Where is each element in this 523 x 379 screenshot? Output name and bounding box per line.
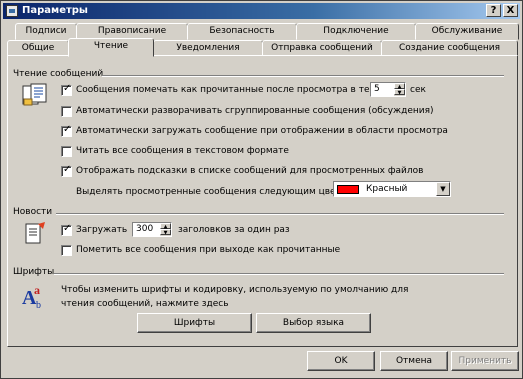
news-group-divider xyxy=(56,213,504,215)
svg-text:b: b xyxy=(36,300,41,310)
highlight-color-label: Выделять просмотренные сообщения следующ… xyxy=(76,187,357,197)
reading-group-title: Чтение сообщений xyxy=(13,69,104,79)
spin-down-icon[interactable]: ▼ xyxy=(394,89,405,96)
reading-group-divider xyxy=(102,75,504,77)
headers-count-spinner[interactable]: 300 ▲ ▼ xyxy=(132,222,172,237)
tooltips-checkbox[interactable] xyxy=(61,164,72,177)
mark-read-label: Сообщения помечать как прочитанные после… xyxy=(76,85,398,95)
options-app-icon xyxy=(6,5,18,17)
help-button[interactable]: ? xyxy=(486,4,501,17)
plain-text-label: Читать все сообщения в текстовом формате xyxy=(76,146,289,156)
chevron-down-icon[interactable]: ▼ xyxy=(436,182,450,196)
spin-down-icon[interactable]: ▼ xyxy=(160,229,171,236)
plain-text-checkbox[interactable] xyxy=(61,146,72,157)
auto-download-checkbox[interactable] xyxy=(61,124,72,137)
title-bar[interactable]: Параметры ? X xyxy=(3,3,520,19)
news-group-title: Новости xyxy=(13,207,53,217)
news-document-icon xyxy=(25,222,45,244)
auto-download-label: Автоматически загружать сообщение при от… xyxy=(76,126,448,136)
tooltips-label: Отображать подсказки в списке сообщений … xyxy=(76,166,424,176)
fonts-button[interactable]: Шрифты xyxy=(137,313,252,333)
apply-button[interactable]: Применить xyxy=(451,351,519,371)
options-dialog: Параметры ? X Подписи Правописание Безоп… xyxy=(0,0,523,379)
cancel-button[interactable]: Отмена xyxy=(380,351,448,371)
expand-threads-checkbox[interactable] xyxy=(61,106,72,117)
highlight-color-select[interactable]: Красный ▼ xyxy=(333,181,451,197)
tab-security[interactable]: Безопасность xyxy=(187,23,297,40)
svg-text:a: a xyxy=(34,283,40,297)
color-swatch xyxy=(337,185,359,194)
tab-read[interactable]: Чтение xyxy=(68,38,154,57)
mark-read-checkbox[interactable] xyxy=(61,83,72,96)
fonts-group-divider xyxy=(54,273,504,275)
close-button[interactable]: X xyxy=(503,4,518,17)
fonts-description: Чтобы изменить шрифты и кодировку, испол… xyxy=(61,285,409,309)
tab-maintenance[interactable]: Обслуживание xyxy=(415,23,519,40)
mark-all-read-checkbox[interactable] xyxy=(61,245,72,256)
ok-button[interactable]: OK xyxy=(307,351,375,371)
tab-connection[interactable]: Подключение xyxy=(296,23,416,40)
mark-read-seconds-value: 5 xyxy=(374,84,380,94)
headers-count-value: 300 xyxy=(136,224,154,234)
mark-all-read-label: Пометить все сообщения при выходе как пр… xyxy=(76,245,341,255)
seconds-unit-label: сек xyxy=(410,85,426,95)
headers-suffix-label: заголовков за один раз xyxy=(178,225,290,235)
read-message-icon xyxy=(22,83,47,106)
download-headers-label: Загружать xyxy=(76,225,128,235)
highlight-color-value: Красный xyxy=(366,184,408,194)
mark-read-seconds-spinner[interactable]: 5 ▲ ▼ xyxy=(370,82,406,97)
window-title: Параметры xyxy=(22,5,88,16)
tab-panel-read: Чтение сообщений Сообщения помечать как … xyxy=(7,55,518,347)
encoding-button[interactable]: Выбор языка xyxy=(256,313,371,333)
expand-threads-label: Автоматически разворачивать сгруппирован… xyxy=(76,106,434,116)
fonts-group-title: Шрифты xyxy=(13,267,55,277)
download-headers-checkbox[interactable] xyxy=(61,223,72,236)
font-icon: A a b xyxy=(22,283,41,310)
tab-signatures[interactable]: Подписи xyxy=(15,23,77,40)
